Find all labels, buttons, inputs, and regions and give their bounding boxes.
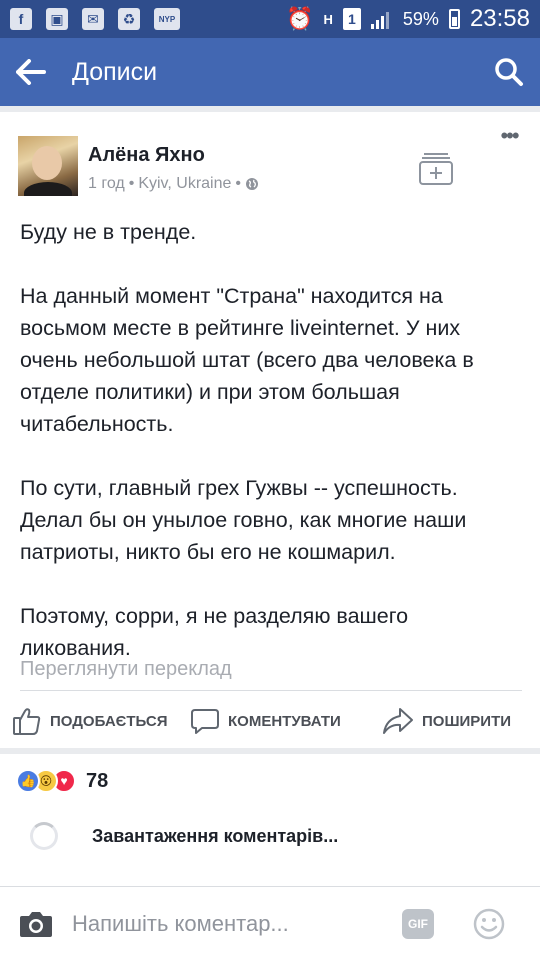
comment-bubble-icon: [191, 709, 219, 734]
meta-separator: •: [128, 175, 135, 192]
gallery-icon: ▣: [46, 8, 68, 30]
like-reaction-icon: 👍: [16, 769, 40, 793]
post: Алёна Яхно 1 год • Kyiv, Ukraine • ••• Б…: [0, 106, 540, 850]
nyp-app-icon: NYP: [154, 8, 180, 30]
see-translation-link[interactable]: Переглянути переклад: [20, 658, 232, 681]
bookmark-add-icon: [419, 153, 453, 185]
author-name[interactable]: Алёна Яхно: [88, 144, 205, 167]
network-type: H: [323, 11, 333, 27]
section-separator: [0, 748, 540, 754]
back-button[interactable]: [0, 38, 62, 106]
thumbs-up-icon: [13, 708, 41, 735]
globe-icon: [246, 178, 258, 190]
camera-button[interactable]: [0, 887, 72, 961]
post-header: Алёна Яхно 1 год • Kyiv, Ukraine • •••: [0, 106, 540, 200]
app-bar: Дописи: [0, 38, 540, 106]
post-paragraph: Буду не в тренде.: [20, 220, 197, 244]
reactions-summary[interactable]: 👍 😮 ♥ 78: [16, 766, 108, 796]
system-icons: ⏰ H 1 59% 23:58: [286, 5, 530, 33]
camera-icon: [20, 911, 52, 937]
save-post-button[interactable]: [416, 148, 456, 188]
post-paragraph: Поэтому, сорри, я не разделяю вашего лик…: [20, 604, 409, 660]
alarm-icon: ⏰: [286, 6, 314, 31]
facebook-icon: f: [10, 8, 32, 30]
post-time[interactable]: 1 год: [88, 175, 125, 193]
loading-spinner-icon: [30, 822, 58, 850]
gif-button[interactable]: GIF: [402, 908, 434, 939]
battery-icon: [448, 9, 460, 29]
loading-text: Завантаження коментарів...: [92, 825, 339, 846]
comment-composer: GIF: [0, 886, 540, 960]
like-button[interactable]: ПОДОБАЄТЬСЯ: [12, 701, 168, 741]
signal-icon: [370, 9, 393, 29]
post-text: Буду не в тренде. На данный момент "Стра…: [0, 216, 540, 664]
search-button[interactable]: [478, 38, 540, 106]
comment-input[interactable]: [72, 903, 392, 944]
post-paragraph: По сути, главный грех Гужвы -- успешност…: [20, 476, 467, 564]
share-label: ПОШИРИТИ: [422, 712, 512, 730]
search-icon: [495, 58, 523, 86]
clock: 23:58: [469, 5, 530, 32]
more-options-icon[interactable]: •••: [492, 125, 526, 154]
share-arrow-icon: [383, 708, 413, 734]
share-button[interactable]: ПОШИРИТИ: [382, 701, 511, 741]
post-actions: ПОДОБАЄТЬСЯ КОМЕНТУВАТИ ПОШИРИТИ: [0, 701, 540, 741]
status-bar: f ▣ ✉ ♻ NYP ⏰ H 1 59% 23:58: [0, 0, 540, 38]
battery-percent: 59%: [402, 8, 439, 29]
emoji-button[interactable]: [472, 907, 506, 941]
messenger-icon: ✉: [82, 8, 104, 30]
post-meta: 1 год • Kyiv, Ukraine •: [88, 175, 259, 193]
post-location[interactable]: Kyiv, Ukraine: [138, 175, 231, 193]
comment-label: КОМЕНТУВАТИ: [228, 712, 341, 730]
divider: [20, 690, 522, 691]
notification-icons: f ▣ ✉ ♻ NYP: [10, 8, 180, 30]
smiley-icon: [473, 908, 505, 939]
recycle-icon: ♻: [118, 8, 140, 30]
page-title: Дописи: [72, 57, 158, 86]
back-arrow-icon: [16, 59, 46, 85]
sim-icon: 1: [342, 8, 361, 30]
avatar[interactable]: [18, 136, 78, 196]
post-paragraph: На данный момент "Страна" находится на в…: [20, 284, 474, 436]
meta-separator: •: [235, 175, 241, 192]
comment-button[interactable]: КОМЕНТУВАТИ: [190, 701, 341, 741]
reaction-count: 78: [86, 769, 109, 792]
comments-loading: Завантаження коментарів...: [30, 822, 338, 850]
like-label: ПОДОБАЄТЬСЯ: [50, 712, 168, 730]
